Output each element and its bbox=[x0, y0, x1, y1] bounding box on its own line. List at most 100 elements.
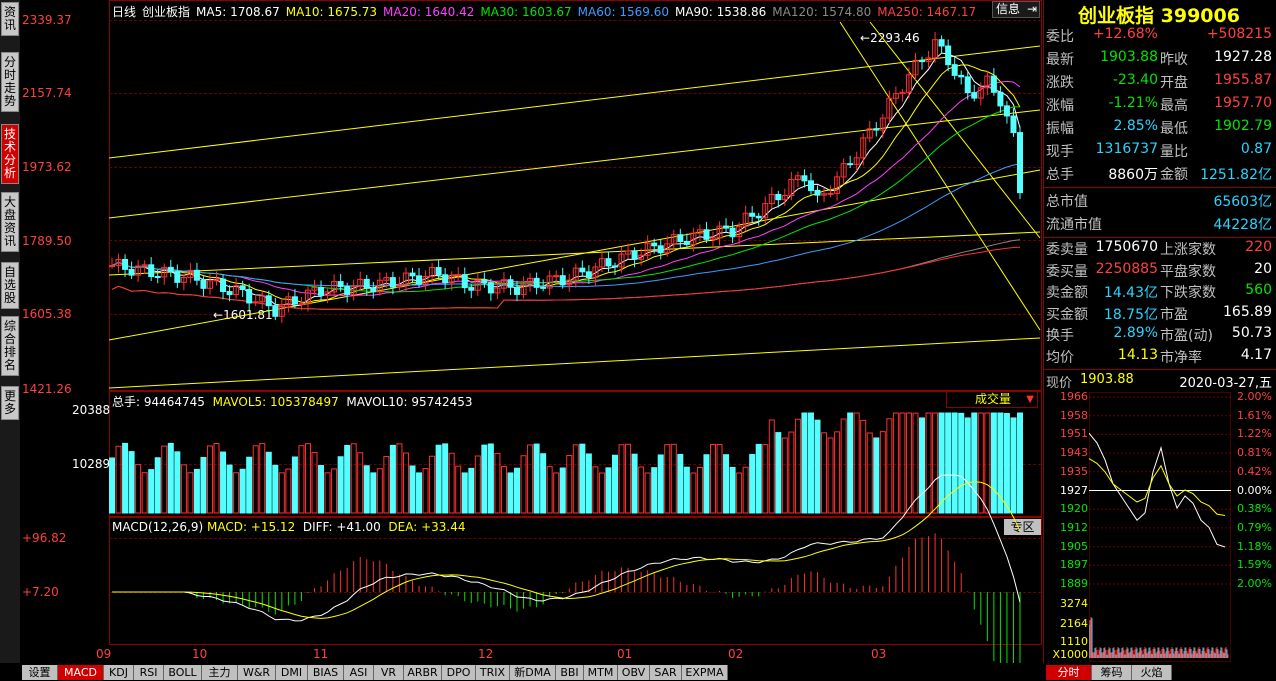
quote-key2: 最低 bbox=[1160, 121, 1188, 137]
candle-body bbox=[964, 76, 971, 94]
volume-bar bbox=[618, 444, 625, 514]
indicator-tab[interactable]: ASI bbox=[344, 665, 374, 680]
quote-row: 最新 1903.88 昨收 1927.28 bbox=[1044, 49, 1274, 72]
volume-bar bbox=[376, 468, 383, 514]
mcap-key: 流通市值 bbox=[1046, 217, 1102, 233]
volume-bar bbox=[742, 466, 749, 514]
quote-value2: 1955.87 bbox=[1214, 72, 1272, 88]
candle-body bbox=[318, 287, 325, 296]
quote-value2: +508215 bbox=[1206, 26, 1272, 42]
volume-bar bbox=[971, 412, 978, 514]
volume-bar bbox=[278, 472, 285, 514]
candle-body bbox=[651, 242, 658, 247]
mini-pct-tick: 0.42% bbox=[1237, 464, 1272, 478]
candle-body bbox=[559, 275, 566, 286]
candle-body bbox=[200, 279, 207, 289]
candle-body bbox=[174, 271, 181, 283]
volume-bar bbox=[331, 468, 338, 514]
trend-line bbox=[108, 169, 1041, 341]
volume-bar bbox=[873, 437, 880, 514]
indicator-tab[interactable]: SAR bbox=[650, 665, 682, 680]
indicator-tab[interactable]: 主力 bbox=[202, 665, 238, 680]
quote-value2: 0.87 bbox=[1240, 141, 1272, 157]
volume-bar bbox=[363, 465, 370, 514]
mini-price-tick: 1951 bbox=[1060, 427, 1088, 441]
candle-body bbox=[919, 59, 926, 63]
mini-tab[interactable]: 火焰 bbox=[1132, 665, 1172, 680]
volume-bar bbox=[233, 472, 240, 514]
volume-bar bbox=[768, 419, 775, 514]
mini-price-tick: 1889 bbox=[1060, 577, 1088, 590]
volume-bar bbox=[801, 412, 808, 514]
candle-body bbox=[461, 274, 468, 289]
volume-bar bbox=[723, 454, 730, 514]
quote-row: 换手 2.89% 市盈(动) 50.73 bbox=[1044, 325, 1274, 348]
indicator-tab[interactable]: DMI bbox=[276, 665, 308, 680]
volume-bar bbox=[461, 472, 468, 514]
indicator-tab[interactable]: RSI bbox=[134, 665, 164, 680]
indicator-tab[interactable]: BBI bbox=[556, 665, 584, 680]
candle-body bbox=[226, 291, 233, 296]
mini-avg-line bbox=[1089, 458, 1226, 516]
quote-key: 现手 bbox=[1046, 144, 1074, 160]
quote-value: 2.89% bbox=[1113, 325, 1158, 341]
quote-row: 总手 8860万 金额 1251.82亿 bbox=[1044, 164, 1274, 187]
candle-body bbox=[1017, 132, 1023, 194]
volume-bar bbox=[984, 412, 991, 514]
volume-bar bbox=[566, 454, 573, 514]
indicator-tab[interactable]: EXPMA bbox=[682, 665, 728, 680]
indicator-tab[interactable]: MTM bbox=[584, 665, 618, 680]
indicator-tab[interactable]: 设置 bbox=[22, 665, 58, 680]
volume-bar bbox=[703, 454, 710, 514]
volume-bar bbox=[350, 443, 357, 514]
indicator-tab[interactable]: KDJ bbox=[104, 665, 134, 680]
mini-tab[interactable]: 筹码 bbox=[1092, 665, 1132, 680]
quote-row: 委买量 2250885 平盘家数 20 bbox=[1044, 261, 1274, 284]
indicator-tab[interactable]: BIAS bbox=[308, 665, 344, 680]
volume-bar bbox=[402, 452, 409, 514]
volume-bar bbox=[559, 467, 566, 514]
volume-bar bbox=[246, 456, 253, 514]
candle-body bbox=[481, 279, 488, 284]
candle-body bbox=[605, 258, 612, 267]
volume-bar bbox=[448, 452, 455, 514]
volume-bar bbox=[455, 465, 462, 514]
quote-row: 涨跌 -23.40 开盘 1955.87 bbox=[1044, 72, 1274, 95]
quote-row: 卖金额 14.43亿 下跌家数 560 bbox=[1044, 282, 1274, 305]
quote-row: 涨幅 -1.21% 最高 1957.70 bbox=[1044, 95, 1274, 118]
indicator-tab[interactable]: BOLL bbox=[164, 665, 202, 680]
volume-bar bbox=[807, 412, 814, 514]
indicator-tab[interactable]: ARBR bbox=[404, 665, 442, 680]
quote-value2: 165.89 bbox=[1223, 303, 1272, 320]
mini-price-tick: 1966 bbox=[1060, 390, 1088, 403]
volume-bar bbox=[892, 412, 899, 514]
volume-bar bbox=[919, 417, 926, 514]
volume-bar bbox=[553, 472, 560, 514]
volume-bar bbox=[611, 454, 618, 514]
indicator-tab[interactable]: VR bbox=[374, 665, 404, 680]
volume-bar bbox=[416, 472, 423, 514]
quote-value: 1750670 bbox=[1095, 239, 1158, 255]
candle-body bbox=[971, 92, 978, 99]
candle-body bbox=[683, 241, 690, 245]
candle-body bbox=[435, 267, 442, 276]
volume-bar bbox=[847, 412, 854, 514]
mini-price-tick: 1920 bbox=[1060, 502, 1088, 516]
candle-body bbox=[122, 258, 129, 270]
volume-bar bbox=[664, 444, 671, 514]
volume-bar bbox=[990, 412, 997, 514]
volume-bar bbox=[749, 454, 756, 514]
quote-value: 2250885 bbox=[1095, 260, 1158, 277]
indicator-tab[interactable]: 新DMA bbox=[510, 665, 556, 680]
volume-bar bbox=[533, 443, 540, 514]
volume-bar bbox=[716, 443, 723, 514]
indicator-tab[interactable]: TRIX bbox=[476, 665, 510, 680]
indicator-tab[interactable]: DPO bbox=[442, 665, 476, 680]
volume-bar bbox=[285, 468, 292, 514]
indicator-tab[interactable]: MACD bbox=[58, 665, 104, 680]
volume-bar bbox=[905, 412, 912, 514]
indicator-tab[interactable]: OBV bbox=[618, 665, 650, 680]
volume-bar bbox=[122, 442, 129, 514]
indicator-tab[interactable]: W&R bbox=[238, 665, 276, 680]
mini-tab[interactable]: 分时 bbox=[1046, 665, 1092, 680]
